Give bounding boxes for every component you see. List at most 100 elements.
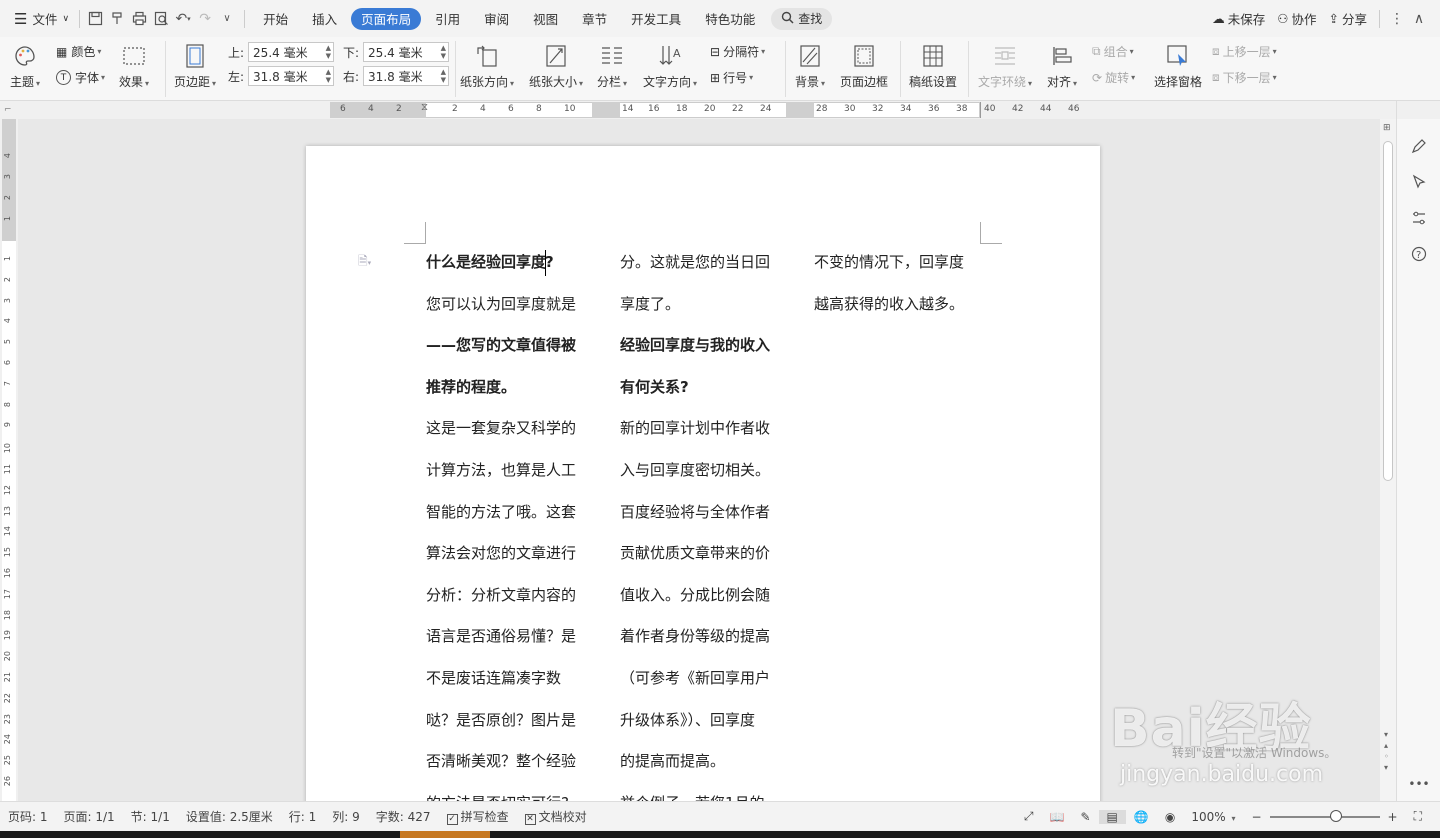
zoom-slider-thumb[interactable] [1330,809,1343,822]
text-direction-button[interactable]: A 文字方向 ▾ [643,43,697,90]
tab-developer[interactable]: 开发工具 [621,8,691,30]
vertical-scrollbar[interactable]: ⊞ ▾ ▴ ◦ ▾ [1380,119,1396,801]
status-setting[interactable]: 设置值: 2.5厘米 [178,808,281,825]
orientation-button[interactable]: 纸张方向 ▾ [460,43,514,90]
tab-home[interactable]: 开始 [253,8,298,30]
quick-access-chevron-icon[interactable]: ∨ [216,8,238,30]
print-preview-icon[interactable] [150,8,172,30]
fit-screen-icon[interactable]: ⤢ [1016,809,1042,824]
text-line[interactable]: 不变的情况下，回享度 [814,242,992,284]
text-line[interactable]: 推荐的程度。 [426,367,604,409]
margins-button[interactable]: 页边距 ▾ [174,43,216,90]
line-numbers-button[interactable]: ⊞ 行号 ▾ [710,69,753,86]
status-page-number[interactable]: 页码: 1 [0,808,56,825]
text-column-1[interactable]: 什么是经验回享度? 您可以认为回享度就是 ——您写的文章值得被 推荐的程度。 这是一套复… [426,242,604,801]
unsaved-status[interactable]: ☁ 未保存 [1206,7,1271,31]
print-icon[interactable] [128,8,150,30]
effect-button[interactable]: 效果 ▾ [119,43,149,90]
zoom-level[interactable]: 100% ▾ [1183,810,1243,824]
doc-proof-toggle[interactable]: ✕ 文档校对 [517,808,595,825]
fullscreen-icon[interactable]: ⛶ [1406,809,1430,824]
columns-button[interactable]: 分栏 ▾ [597,43,627,90]
bring-forward-button[interactable]: ⧈ 上移一层 ▾ [1212,43,1277,60]
more-dots-icon[interactable]: ••• [1408,773,1430,795]
tab-chapter[interactable]: 章节 [572,8,617,30]
status-row[interactable]: 行: 1 [281,808,325,825]
text-line[interactable]: 新的回享计划中作者收 [620,408,798,450]
help-icon[interactable]: ? [1408,243,1430,265]
scroll-nav-icons[interactable]: ▾ ▴ ◦ ▾ [1384,729,1389,773]
status-section[interactable]: 节: 1/1 [123,808,178,825]
margin-top-field[interactable]: 上: 25.4 毫米 ▲ ▼ [228,42,335,62]
share-button[interactable]: ⇪ 分享 [1323,7,1374,31]
text-line[interactable]: 算法会对您的文章进行 [426,533,604,575]
color-button[interactable]: ▦ 颜色 ▾ [56,43,101,60]
eye-protection-icon[interactable]: ◉ [1157,810,1183,824]
reading-mode-icon[interactable]: 📖 [1042,810,1073,824]
page-size-button[interactable]: 纸张大小 ▾ [529,43,583,90]
vertical-ruler[interactable]: 4 3 2 1 1 2 3 4 5 6 7 8 9 10 11 12 13 14 15 16 17 18 19 20 21 22 2… [0,119,18,801]
text-line[interactable]: （可参考《新回享用户 [620,658,798,700]
text-line[interactable]: 什么是经验回享度? [426,242,604,284]
text-line[interactable]: 越高获得的收入越多。 [814,284,992,326]
text-line[interactable]: 入与回享度密切相关。 [620,450,798,492]
spell-check-toggle[interactable]: ✓ 拼写检查 [439,808,517,825]
tab-features[interactable]: 特色功能 [695,8,765,30]
search-button[interactable]: 查找 [771,7,833,30]
write-mode-icon[interactable]: ✎ [1072,810,1098,824]
page-view-icon[interactable]: ▤ [1098,809,1126,824]
text-line[interactable]: 百度经验将与全体作者 [620,492,798,534]
more-icon[interactable]: ⋮ [1386,8,1408,30]
manuscript-button[interactable]: 稿纸设置 [909,43,957,90]
horizontal-ruler[interactable]: ⌐ 6 4 2 2 4 6 8 10 14 16 18 20 22 24 28 30 32 34 36 38 40 42 4… [0,101,1440,119]
font-button[interactable]: T 字体 ▾ [56,69,105,86]
zoom-out-button[interactable]: − [1243,810,1269,824]
tab-page-layout[interactable]: 页面布局 [351,7,422,30]
status-word-count[interactable]: 字数: 427 [368,808,439,825]
text-line[interactable]: 分析：分析文章内容的 [426,575,604,617]
ruler-column-gap-2[interactable] [786,102,814,118]
text-line[interactable]: 智能的方法了哦。这套 [426,492,604,534]
file-menu[interactable]: ☰ 文件 ∨ [8,7,75,31]
tab-view[interactable]: 视图 [523,8,568,30]
text-line[interactable]: 您可以认为回享度就是 [426,284,604,326]
group-button[interactable]: ⧉ 组合 ▾ [1092,43,1134,60]
text-line[interactable]: ——您写的文章值得被 [426,325,604,367]
format-painter-icon[interactable] [106,8,128,30]
redo-icon[interactable]: ↷ [194,8,216,30]
rotate-button[interactable]: ⟳ 旋转 ▾ [1092,69,1135,86]
text-line[interactable]: 不是废话连篇凑字数 [426,658,604,700]
text-column-2[interactable]: 分。这就是您的当日回 享度了。 经验回享度与我的收入 有何关系? 新的回享计划中作者收入… [620,242,798,801]
text-line[interactable]: 有何关系? [620,367,798,409]
zoom-slider[interactable] [1269,809,1380,822]
ruler-column-gap-1[interactable] [592,102,620,118]
document-page[interactable]: 🗎▾ 什么是经验回享度? 您可以认为回享度就是 ——您写的文章值得被 推荐的程度。 这是… [306,146,1100,801]
theme-button[interactable]: 主题 ▾ [10,43,40,90]
tab-references[interactable]: 引用 [425,8,470,30]
collapse-ribbon-icon[interactable]: ∧ [1408,8,1430,30]
undo-icon[interactable]: ↶ ▾ [172,8,194,30]
status-pages[interactable]: 页面: 1/1 [56,808,123,825]
text-line[interactable]: 语言是否通俗易懂？是 [426,616,604,658]
selection-pane-button[interactable]: 选择窗格 [1154,43,1202,90]
text-line[interactable]: 享度了。 [620,284,798,326]
tab-insert[interactable]: 插入 [302,8,347,30]
margin-left-field[interactable]: 左: 31.8 毫米 ▲ ▼ [228,66,335,86]
send-backward-button[interactable]: ⧈ 下移一层 ▾ [1212,69,1277,86]
tab-review[interactable]: 审阅 [474,8,519,30]
wrap-text-button[interactable]: 文字环绕 ▾ [978,43,1032,90]
text-line[interactable]: 着作者身份等级的提高 [620,616,798,658]
edit-pen-icon[interactable] [1408,135,1430,157]
page-border-button[interactable]: 页面边框 [840,43,888,90]
text-line[interactable]: 经验回享度与我的收入 [620,325,798,367]
text-line[interactable]: 的提高而提高。 [620,741,798,783]
status-column[interactable]: 列: 9 [324,808,368,825]
margin-right-field[interactable]: 右: 31.8 毫米 ▲ ▼ [343,66,450,86]
text-line[interactable]: 的方法是否切实可行? [426,783,604,801]
cursor-select-icon[interactable] [1408,171,1430,193]
text-line[interactable]: 否清晰美观？整个经验 [426,741,604,783]
text-line[interactable]: 值收入。分成比例会随 [620,575,798,617]
scrollbar-thumb[interactable] [1383,141,1393,481]
text-column-3[interactable]: 不变的情况下，回享度 越高获得的收入越多。 [814,242,992,325]
tab-stop-icon[interactable]: ⌐ [4,105,12,115]
